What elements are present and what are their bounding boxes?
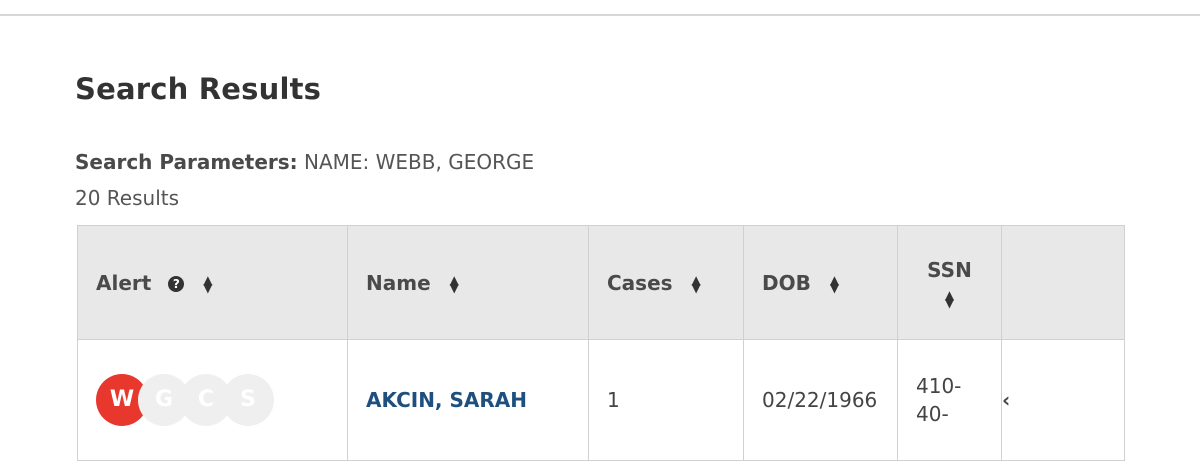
sort-icon[interactable]: ▲ ▼ xyxy=(945,289,954,309)
sort-icon[interactable]: ▲ ▼ xyxy=(203,274,212,294)
column-header-actions xyxy=(1001,225,1125,340)
sort-icon[interactable]: ▲ ▼ xyxy=(450,274,459,294)
column-header-alert-label: Alert xyxy=(96,270,152,295)
name-cell: AKCIN, SARAH xyxy=(347,339,589,461)
column-header-name-label: Name xyxy=(366,270,431,295)
ssn-cell: 410- 40- xyxy=(897,339,1002,461)
column-header-cases[interactable]: Cases ▲ ▼ xyxy=(588,225,744,340)
result-count: 20 Results xyxy=(75,186,180,210)
question-circle-icon[interactable]: ? xyxy=(168,276,185,292)
column-header-ssn-label: SSN xyxy=(927,257,972,282)
search-parameters-value: NAME: WEBB, GEORGE xyxy=(304,150,535,174)
ssn-line: 410- xyxy=(916,374,962,398)
search-parameters: Search Parameters: NAME: WEBB, GEORGE xyxy=(75,150,534,174)
top-divider xyxy=(0,14,1200,16)
person-name-link[interactable]: AKCIN, SARAH xyxy=(366,388,527,412)
column-header-name[interactable]: Name ▲ ▼ xyxy=(347,225,589,340)
sort-icon[interactable]: ▲ ▼ xyxy=(692,274,701,294)
dob-cell: 02/22/1966 xyxy=(743,339,898,461)
alert-badges: WGCS xyxy=(96,374,347,426)
expand-row-button[interactable]: ‹ xyxy=(1001,339,1125,461)
column-header-dob-label: DOB xyxy=(762,270,811,295)
column-header-cases-label: Cases xyxy=(607,270,673,295)
table-row[interactable]: WGCS AKCIN, SARAH 1 02/22/1966 410- 40- … xyxy=(77,339,1125,461)
sort-icon[interactable]: ▲ ▼ xyxy=(830,274,839,294)
cases-cell: 1 xyxy=(588,339,744,461)
alert-badge-s[interactable]: S xyxy=(222,374,274,426)
column-header-alert[interactable]: Alert ? ▲ ▼ xyxy=(77,225,348,340)
ssn-line: 40- xyxy=(916,402,949,426)
results-table: Alert ? ▲ ▼ Name ▲ ▼ Cases ▲ ▼ DOB ▲ ▼ SSN ▲… xyxy=(77,225,1125,461)
search-parameters-label: Search Parameters: xyxy=(75,150,298,174)
column-header-dob[interactable]: DOB ▲ ▼ xyxy=(743,225,898,340)
chevron-left-icon[interactable]: ‹ xyxy=(1002,388,1010,412)
column-header-ssn[interactable]: SSN ▲ ▼ xyxy=(897,225,1002,340)
alert-cell: WGCS xyxy=(77,339,348,461)
page-title: Search Results xyxy=(75,72,322,106)
table-header-row: Alert ? ▲ ▼ Name ▲ ▼ Cases ▲ ▼ DOB ▲ ▼ SSN ▲… xyxy=(77,225,1125,340)
